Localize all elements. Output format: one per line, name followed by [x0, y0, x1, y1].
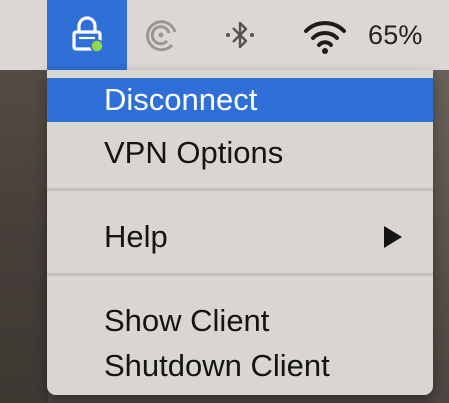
- menu-item-label: VPN Options: [104, 135, 284, 170]
- wifi-icon: [304, 21, 346, 54]
- menu-item-disconnect[interactable]: Disconnect: [47, 78, 433, 122]
- menu-item-show-client[interactable]: Show Client: [47, 299, 433, 343]
- menu-item-label: Shutdown Client: [104, 348, 330, 383]
- submenu-arrow-icon: [384, 226, 402, 248]
- menu-separator: [47, 273, 433, 276]
- bluetooth-menubar-item[interactable]: [220, 0, 260, 70]
- battery-percentage[interactable]: 65%: [368, 0, 449, 70]
- wifi-menubar-item[interactable]: [292, 0, 358, 70]
- menu-item-shutdown-client[interactable]: Shutdown Client: [47, 344, 433, 388]
- menu-item-label: Help: [104, 219, 168, 254]
- menu-separator: [47, 188, 433, 191]
- menu-item-help[interactable]: Help: [47, 215, 433, 259]
- sync-menubar-item[interactable]: [140, 0, 182, 70]
- menu-item-label: Show Client: [104, 303, 270, 338]
- vpn-lock-icon: [72, 16, 104, 53]
- bluetooth-icon: [226, 21, 254, 49]
- vpn-menubar-item[interactable]: [47, 0, 127, 70]
- sync-swirl-icon: [146, 20, 177, 52]
- battery-percent-label: 65%: [368, 19, 423, 50]
- menu-item-label: Disconnect: [104, 82, 258, 117]
- vpn-dropdown-menu: Disconnect VPN Options Help Show Client …: [47, 70, 433, 395]
- menu-item-vpn-options[interactable]: VPN Options: [47, 131, 433, 175]
- menu-bar: 65%: [0, 0, 449, 70]
